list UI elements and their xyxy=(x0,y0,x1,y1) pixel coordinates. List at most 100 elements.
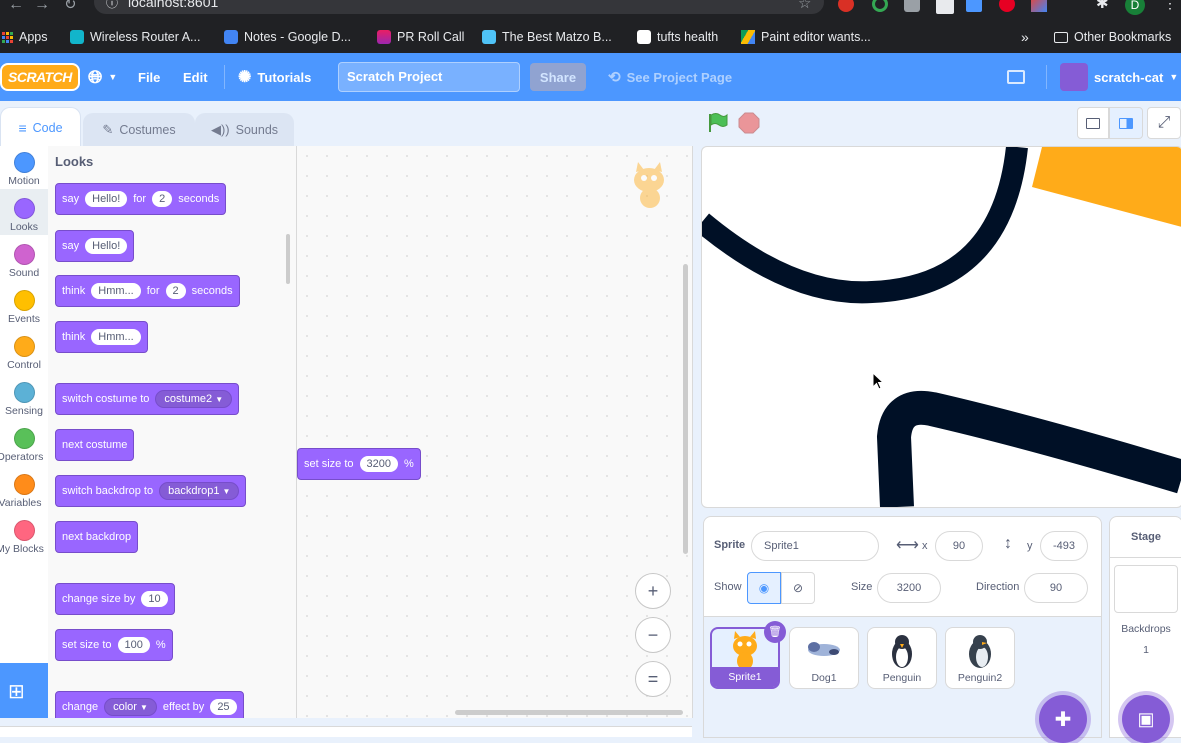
adblock-extension-icon[interactable] xyxy=(838,0,854,12)
stage-target-panel[interactable]: Stage Backdrops 1 ▣ xyxy=(1109,516,1181,743)
block-input[interactable]: 3200 xyxy=(359,456,399,472)
block-input[interactable]: 25 xyxy=(210,699,237,715)
extension-icon[interactable] xyxy=(1031,0,1047,12)
back-icon[interactable]: ← xyxy=(8,0,24,14)
category-looks[interactable]: Looks xyxy=(0,192,48,238)
block-change-size[interactable]: change size by 10 xyxy=(55,583,175,615)
fullscreen-button[interactable]: ⤢ xyxy=(1147,107,1181,139)
profile-avatar[interactable]: D xyxy=(1125,0,1145,15)
script-block-set-size[interactable]: set size to 3200 % xyxy=(297,448,421,480)
tab-sounds[interactable]: ◀)) Sounds xyxy=(195,113,294,146)
block-input[interactable]: Hmm... xyxy=(91,283,141,299)
info-icon[interactable]: ⓘ xyxy=(106,0,118,11)
hide-sprite-button[interactable]: ⊘ xyxy=(781,572,815,604)
direction-input[interactable]: 90 xyxy=(1024,573,1088,603)
block-next-backdrop[interactable]: next backdrop xyxy=(55,521,139,553)
project-title-input[interactable]: Scratch Project xyxy=(338,62,520,92)
category-operators[interactable]: Operators xyxy=(0,422,48,468)
bookmark-paint-editor[interactable]: Paint editor wants... xyxy=(741,27,871,47)
see-project-page-button[interactable]: ⟲ See Project Page xyxy=(608,53,732,101)
y-position-input[interactable]: -493 xyxy=(1040,531,1088,561)
bookmarks-overflow-button[interactable]: » xyxy=(1021,27,1029,47)
other-bookmarks[interactable]: Other Bookmarks xyxy=(1054,27,1171,47)
block-input[interactable]: Hmm... xyxy=(91,329,141,345)
pinterest-icon[interactable] xyxy=(999,0,1015,12)
puzzle-extensions-icon[interactable]: ✱ xyxy=(1096,0,1109,12)
zoom-out-button[interactable]: − xyxy=(635,617,671,653)
browser-menu-icon[interactable]: ⋮ xyxy=(1163,0,1177,12)
block-dropdown[interactable]: backdrop1 ▼ xyxy=(159,482,240,500)
x-position-input[interactable]: 90 xyxy=(935,531,983,561)
stage-thumbnail[interactable] xyxy=(1114,565,1178,613)
workspace-vertical-scrollbar[interactable] xyxy=(683,264,688,554)
palette-scrollbar[interactable] xyxy=(286,234,290,284)
sprite-tile-sprite1[interactable]: Sprite1 🗑︎ xyxy=(710,621,786,689)
block-dropdown[interactable]: costume2 ▼ xyxy=(155,390,233,408)
sprite-name-input[interactable]: Sprite1 xyxy=(751,531,879,561)
bookmark-tufts-health[interactable]: tufts health xyxy=(637,27,718,47)
sprite-tile-dog1[interactable]: Dog1 xyxy=(789,627,859,689)
block-next-costume[interactable]: next costume xyxy=(55,429,135,461)
edit-menu[interactable]: Edit xyxy=(183,53,208,101)
reload-icon[interactable]: ↻ xyxy=(64,0,77,13)
block-change-effect[interactable]: change color ▼ effect by 25 xyxy=(55,691,244,718)
category-sound[interactable]: Sound xyxy=(0,238,48,284)
block-set-size[interactable]: set size to 100 % xyxy=(55,629,173,661)
file-menu[interactable]: File xyxy=(138,53,160,101)
bookmark-notes[interactable]: Notes - Google D... xyxy=(224,27,351,47)
extension-icon[interactable] xyxy=(936,0,954,14)
delete-sprite-button[interactable]: 🗑︎ xyxy=(764,621,786,643)
small-stage-button[interactable] xyxy=(1077,107,1109,139)
green-flag-button[interactable] xyxy=(706,112,728,134)
block-dropdown[interactable]: color ▼ xyxy=(104,698,157,716)
add-extension-button[interactable]: ⊞ xyxy=(0,663,48,718)
block-switch-costume[interactable]: switch costume to costume2 ▼ xyxy=(55,383,240,415)
bookmark-pr-roll-call[interactable]: PR Roll Call xyxy=(377,27,464,47)
block-input[interactable]: 2 xyxy=(152,191,173,207)
tab-costumes[interactable]: ✎ Costumes xyxy=(83,113,195,146)
block-input[interactable]: 100 xyxy=(117,637,150,653)
bookmark-matzo[interactable]: The Best Matzo B... xyxy=(482,27,612,47)
extension-icon[interactable] xyxy=(904,0,920,12)
tab-code[interactable]: ≡ Code xyxy=(0,107,81,147)
block-input[interactable]: 10 xyxy=(141,591,168,607)
bookmark-router[interactable]: Wireless Router A... xyxy=(70,27,200,47)
backpack-bar[interactable] xyxy=(0,726,692,737)
block-think[interactable]: think Hmm... xyxy=(55,321,148,353)
block-input[interactable]: 2 xyxy=(165,283,186,299)
category-sensing[interactable]: Sensing xyxy=(0,376,48,422)
zoom-in-button[interactable]: + xyxy=(635,573,671,609)
category-motion[interactable]: Motion xyxy=(0,146,48,192)
tutorials-button[interactable]: ✺ Tutorials xyxy=(238,53,311,101)
forward-icon[interactable]: → xyxy=(34,0,50,14)
category-events[interactable]: Events xyxy=(0,284,48,330)
extension-icon[interactable] xyxy=(872,0,888,12)
account-menu[interactable]: scratch-cat ▼ xyxy=(1060,53,1178,101)
stage-canvas[interactable] xyxy=(701,146,1181,508)
stop-button[interactable] xyxy=(738,112,760,134)
block-think-for-secs[interactable]: think Hmm... for 2 seconds xyxy=(55,275,240,307)
script-workspace[interactable]: set size to 3200 % + − = xyxy=(297,146,693,718)
workspace-horizontal-scrollbar[interactable] xyxy=(455,710,683,715)
category-my-blocks[interactable]: My Blocks xyxy=(0,514,48,560)
zoom-reset-button[interactable]: = xyxy=(635,661,671,697)
sprite-tile-penguin2[interactable]: Penguin2 xyxy=(945,627,1015,689)
category-variables[interactable]: Variables xyxy=(0,468,48,514)
block-switch-backdrop[interactable]: switch backdrop to backdrop1 ▼ xyxy=(55,475,247,507)
my-stuff-button[interactable] xyxy=(1007,53,1025,101)
bookmark-star-icon[interactable]: ☆ xyxy=(798,0,811,12)
bookmark-apps[interactable]: Apps xyxy=(2,27,48,47)
category-control[interactable]: Control xyxy=(0,330,48,376)
language-menu[interactable]: 🌐︎ ▼ xyxy=(88,53,117,101)
block-say-for-secs[interactable]: say Hello! for 2 seconds xyxy=(55,183,227,215)
extension-icon[interactable] xyxy=(966,0,982,12)
block-say[interactable]: say Hello! xyxy=(55,230,135,262)
block-input[interactable]: Hello! xyxy=(85,238,128,254)
block-input[interactable]: Hello! xyxy=(85,191,128,207)
share-button[interactable]: Share xyxy=(530,63,586,91)
large-stage-button[interactable] xyxy=(1109,107,1143,139)
size-input[interactable]: 3200 xyxy=(877,573,941,603)
scratch-logo[interactable]: SCRATCH xyxy=(0,53,80,101)
show-sprite-button[interactable]: ◉ xyxy=(747,572,781,604)
sprite-tile-penguin[interactable]: Penguin xyxy=(867,627,937,689)
